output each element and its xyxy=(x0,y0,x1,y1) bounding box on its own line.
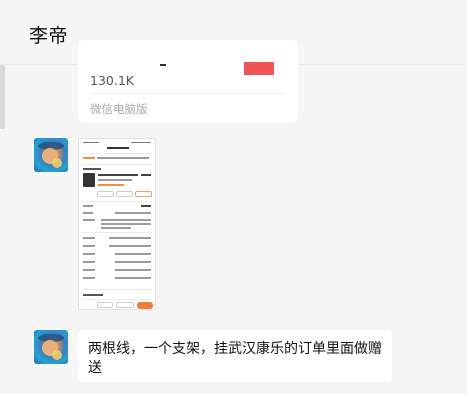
card-view-count: 130.1K xyxy=(90,73,134,88)
mini-button xyxy=(116,191,133,197)
mini-button-orange xyxy=(135,191,152,197)
detail-label xyxy=(83,269,95,271)
detail-label xyxy=(83,237,95,239)
detail-label xyxy=(83,245,95,247)
detail-value xyxy=(101,227,131,229)
detail-label xyxy=(83,261,95,263)
detail-value xyxy=(101,219,151,221)
detail-value xyxy=(109,245,151,247)
detail-value xyxy=(115,269,151,271)
card-title-fragment xyxy=(160,64,166,66)
footer-button xyxy=(116,302,134,308)
status-bar xyxy=(83,142,99,143)
avatar-highlight xyxy=(52,350,62,360)
card-divider xyxy=(90,93,286,94)
card-thumbnail xyxy=(244,62,274,75)
avatar-highlight xyxy=(52,158,62,168)
detail-value xyxy=(115,253,151,255)
divider-line xyxy=(82,164,152,165)
status-bar-right xyxy=(131,142,151,143)
detail-label xyxy=(83,212,93,214)
divider-line xyxy=(82,201,152,202)
product-image xyxy=(83,173,95,187)
detail-label xyxy=(83,219,95,221)
sender-avatar[interactable] xyxy=(34,330,68,364)
shop-name xyxy=(83,168,101,170)
detail-value xyxy=(101,223,151,225)
status-text xyxy=(83,157,95,159)
footer-button-primary xyxy=(137,302,153,309)
image-message[interactable] xyxy=(78,138,156,310)
screenshot-title xyxy=(107,147,129,149)
detail-label xyxy=(83,205,93,207)
card-source: 微信电脑版 xyxy=(90,102,148,116)
detail-value xyxy=(115,261,151,263)
detail-value xyxy=(141,205,151,207)
sender-avatar[interactable] xyxy=(34,138,68,172)
product-title xyxy=(98,174,138,176)
product-tag xyxy=(98,184,124,186)
detail-value xyxy=(115,277,151,279)
detail-value xyxy=(109,237,151,239)
scrollbar-thumb[interactable] xyxy=(0,65,5,129)
footer-text xyxy=(83,294,103,296)
text-message-bubble[interactable]: 两根线，一个支架，挂武汉康乐的订单里面做赠送 xyxy=(73,330,392,382)
product-price xyxy=(141,174,151,176)
mini-button xyxy=(97,191,114,197)
divider-line xyxy=(82,299,152,300)
product-spec xyxy=(98,179,132,181)
detail-label xyxy=(83,253,95,255)
divider-line xyxy=(82,289,152,290)
divider-line xyxy=(82,232,152,233)
footer-button xyxy=(97,302,113,308)
detail-value xyxy=(115,212,151,214)
status-detail xyxy=(97,157,149,159)
chat-window: 李帝 130.1K 微信电脑版 两根线，一个支架，挂武汉康乐的订单里面做赠送 xyxy=(0,0,467,394)
message-text: 两根线，一个支架，挂武汉康乐的订单里面做赠送 xyxy=(88,341,382,376)
link-card-message[interactable]: 130.1K 微信电脑版 xyxy=(78,40,298,122)
chat-title: 李帝 xyxy=(29,25,69,47)
detail-label xyxy=(83,277,95,279)
divider-line xyxy=(82,153,152,154)
